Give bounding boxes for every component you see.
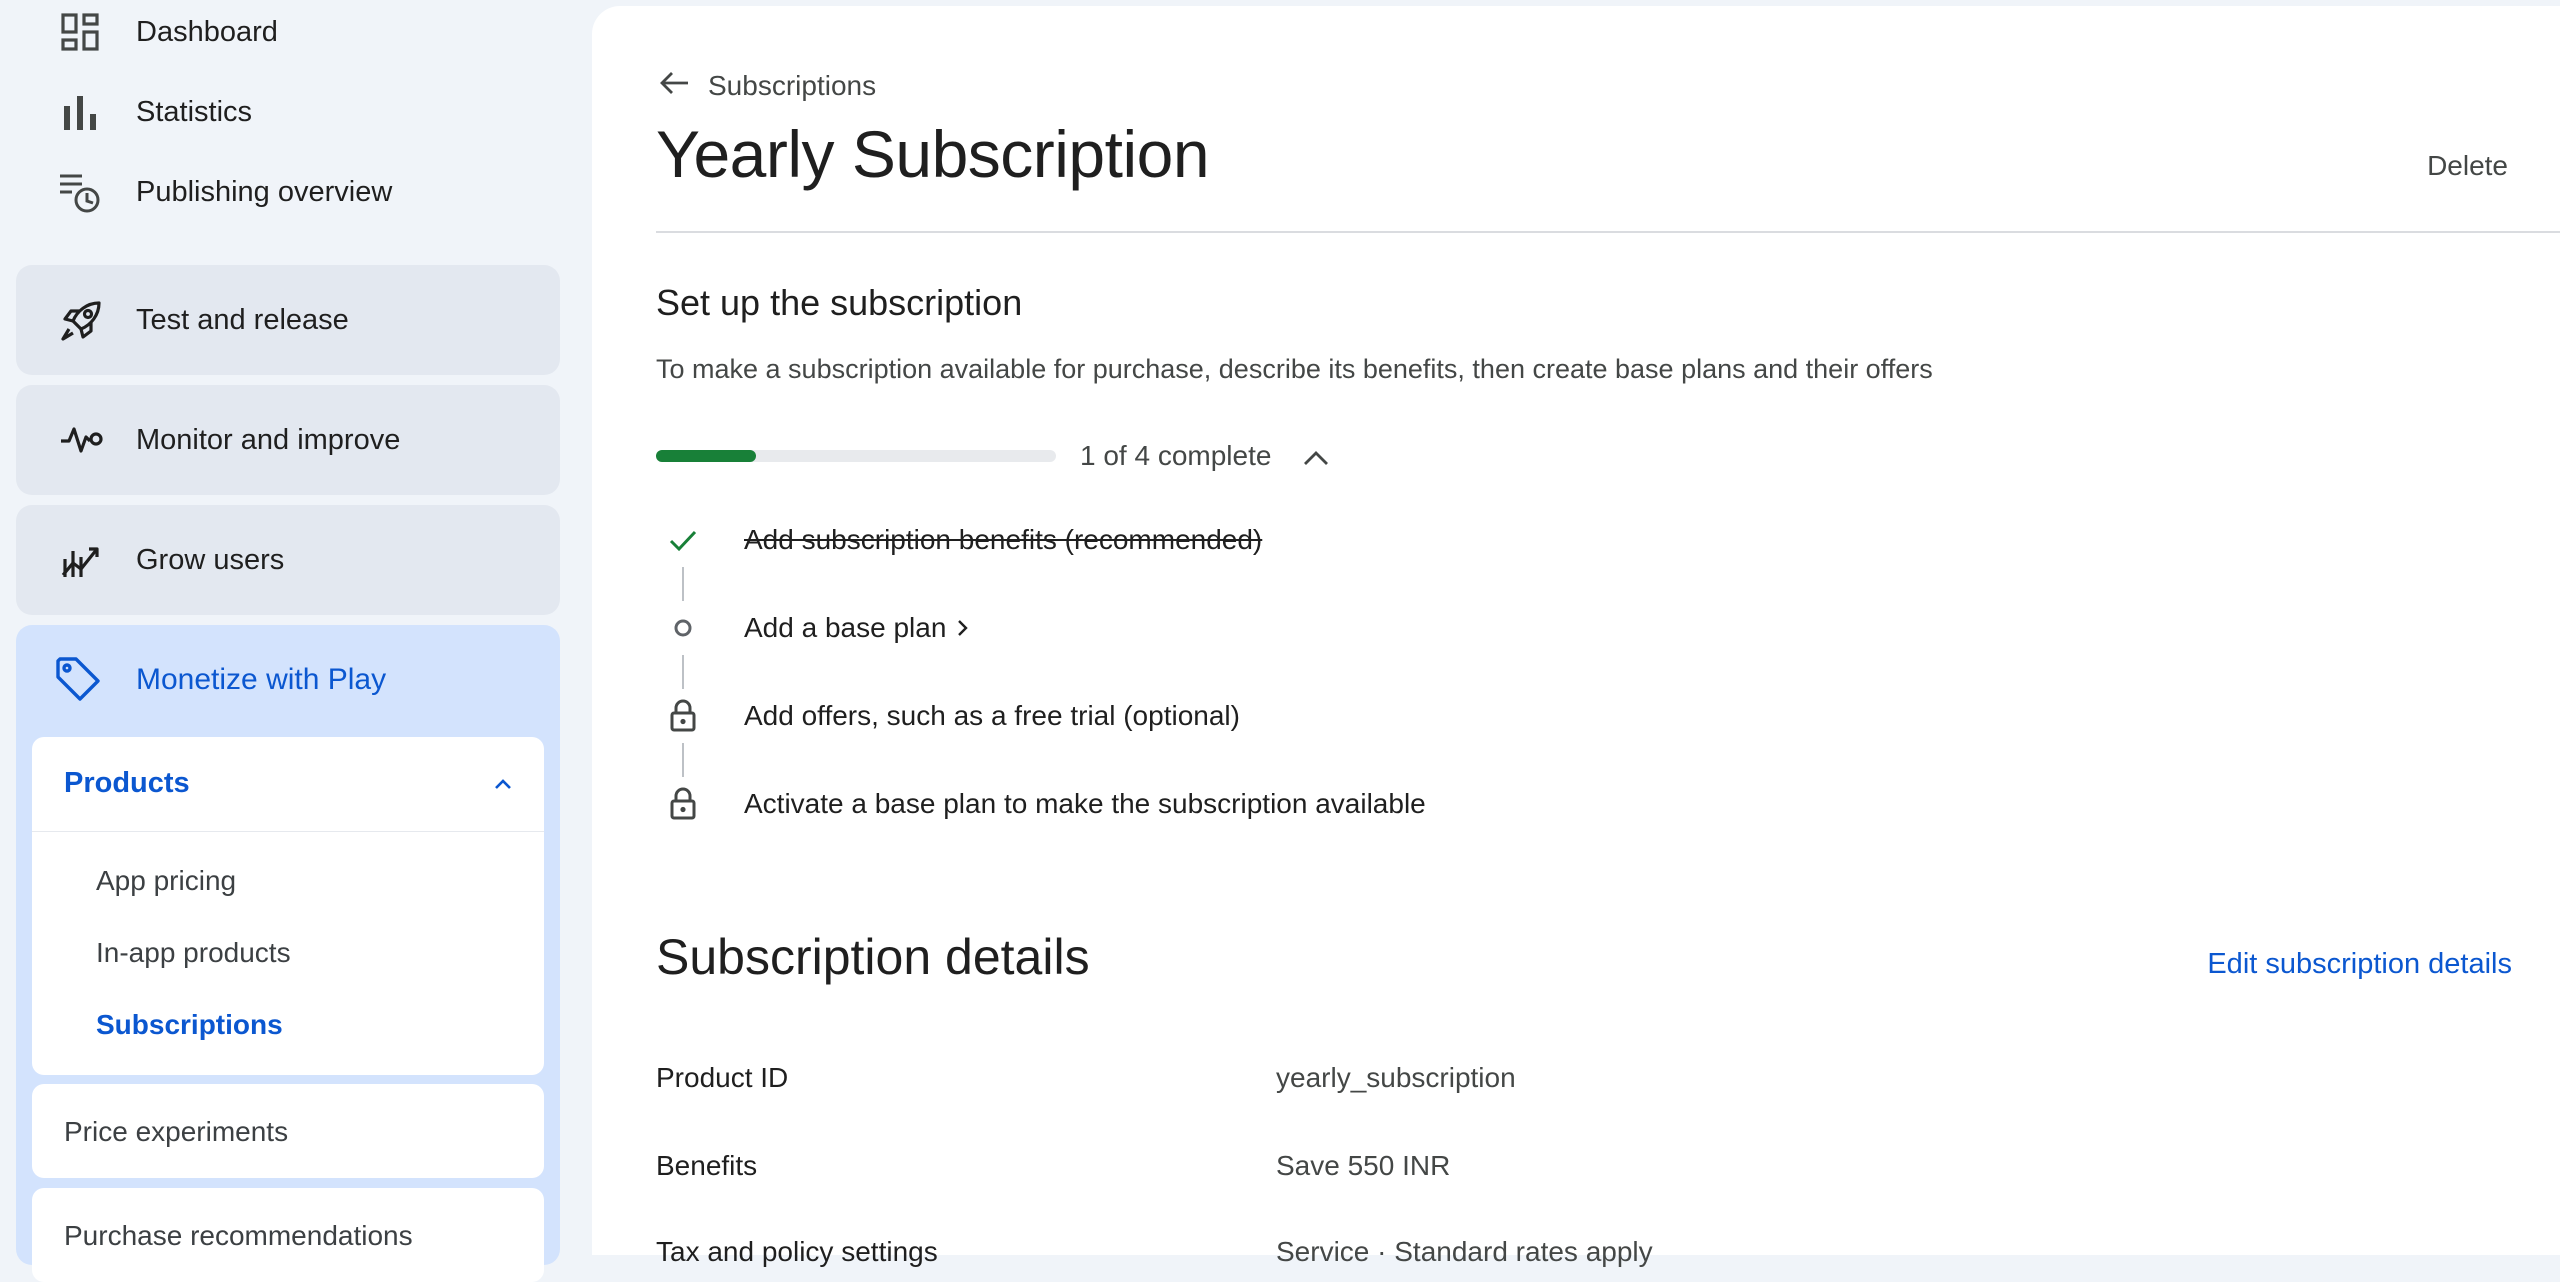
chevron-right-icon bbox=[954, 617, 972, 639]
header-divider bbox=[656, 231, 2560, 233]
chevron-up-icon[interactable] bbox=[1300, 442, 1332, 474]
sidebar-item-subscriptions[interactable]: Subscriptions bbox=[96, 1009, 283, 1041]
detail-label-product-id: Product ID bbox=[656, 1062, 789, 1093]
products-header[interactable]: Products bbox=[32, 737, 544, 832]
setup-title: Set up the subscription bbox=[656, 282, 1023, 323]
nav-publishing-overview-label: Publishing overview bbox=[136, 175, 393, 208]
checkmark-icon bbox=[656, 513, 710, 567]
sidebar-item-in-app-products[interactable]: In-app products bbox=[96, 937, 291, 969]
section-test-and-release-label: Test and release bbox=[136, 303, 349, 336]
detail-label-tax-policy: Tax and policy settings bbox=[656, 1236, 938, 1267]
breadcrumb-subscriptions[interactable]: Subscriptions bbox=[708, 70, 876, 102]
step-activate-base-plan-label: Activate a base plan to make the subscri… bbox=[744, 788, 1426, 819]
dashboard-icon bbox=[58, 10, 102, 54]
setup-progress-fill bbox=[656, 450, 756, 462]
step-add-benefits[interactable]: Add subscription benefits (recommended) bbox=[656, 510, 1262, 570]
section-grow-users[interactable]: Grow users bbox=[16, 505, 560, 615]
section-monitor-and-improve-label: Monitor and improve bbox=[136, 423, 401, 456]
chevron-up-icon[interactable] bbox=[492, 773, 514, 795]
delete-button[interactable]: Delete bbox=[2427, 150, 2508, 182]
monetize-with-play-label: Monetize with Play bbox=[136, 663, 387, 696]
section-monetize-with-play: Monetize with Play Products App pricing … bbox=[16, 625, 560, 1282]
lock-icon bbox=[656, 777, 710, 831]
progress-text: 1 of 4 complete bbox=[1080, 440, 1272, 471]
step-add-benefits-label: Add subscription benefits (recommended) bbox=[744, 524, 1263, 555]
nav-dashboard-label: Dashboard bbox=[136, 15, 278, 48]
edit-subscription-details-link[interactable]: Edit subscription details bbox=[2207, 948, 2512, 981]
section-test-and-release[interactable]: Test and release bbox=[16, 265, 560, 375]
lock-icon bbox=[656, 689, 710, 743]
section-monitor-and-improve[interactable]: Monitor and improve bbox=[16, 385, 560, 495]
step-add-base-plan-label: Add a base plan bbox=[744, 612, 947, 643]
step-activate-base-plan: Activate a base plan to make the subscri… bbox=[656, 774, 1426, 834]
monetize-with-play-header[interactable]: Monetize with Play bbox=[16, 625, 560, 735]
nav-statistics-label: Statistics bbox=[136, 95, 253, 128]
sidebar-item-purchase-recommendations[interactable]: Purchase recommendations bbox=[32, 1188, 544, 1282]
setup-progress-bar bbox=[656, 450, 1056, 462]
detail-value-tax-policy: Service · Standard rates apply bbox=[1276, 1236, 1653, 1267]
purchase-recommendations-label: Purchase recommendations bbox=[64, 1220, 413, 1251]
step-add-offers-label: Add offers, such as a free trial (option… bbox=[744, 700, 1240, 731]
nav-dashboard[interactable]: Dashboard bbox=[58, 2, 278, 62]
detail-value-benefits: Save 550 INR bbox=[1276, 1150, 1451, 1181]
step-add-base-plan[interactable]: Add a base plan bbox=[656, 598, 972, 658]
section-grow-users-label: Grow users bbox=[136, 543, 285, 576]
arrow-back-icon[interactable] bbox=[658, 66, 692, 105]
main-content: Subscriptions Yearly Subscription Delete… bbox=[592, 6, 2560, 1267]
breadcrumb[interactable]: Subscriptions bbox=[658, 66, 876, 105]
circle-step-icon bbox=[656, 601, 710, 655]
sidebar-item-price-experiments[interactable]: Price experiments bbox=[32, 1084, 544, 1178]
nav-publishing-overview[interactable]: Publishing overview bbox=[58, 162, 392, 222]
grow-chart-icon bbox=[56, 534, 108, 586]
products-label: Products bbox=[64, 767, 190, 799]
rocket-icon bbox=[56, 294, 108, 346]
publishing-clock-icon bbox=[58, 170, 102, 214]
setup-description: To make a subscription available for pur… bbox=[656, 354, 1933, 384]
vitals-icon bbox=[56, 414, 108, 466]
nav-statistics[interactable]: Statistics bbox=[58, 82, 252, 142]
sidebar: Dashboard Statistics Publishing overview… bbox=[0, 0, 592, 1282]
price-experiments-label: Price experiments bbox=[64, 1116, 289, 1147]
detail-value-product-id: yearly_subscription bbox=[1276, 1062, 1516, 1093]
subscription-details-title: Subscription details bbox=[656, 929, 1090, 985]
detail-label-benefits: Benefits bbox=[656, 1150, 758, 1181]
tag-icon bbox=[54, 655, 106, 707]
step-add-offers: Add offers, such as a free trial (option… bbox=[656, 686, 1240, 746]
bar-chart-icon bbox=[58, 90, 102, 134]
products-panel: Products App pricing In-app products Sub… bbox=[32, 737, 544, 1075]
sidebar-item-app-pricing[interactable]: App pricing bbox=[96, 865, 236, 897]
page-title: Yearly Subscription bbox=[656, 117, 1210, 191]
